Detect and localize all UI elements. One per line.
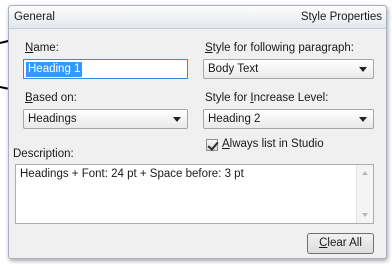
style-increase-dropdown[interactable]: Heading 2 xyxy=(203,109,374,129)
header-general-title: General xyxy=(14,11,55,23)
panel-header: General Style Properties xyxy=(9,6,386,29)
style-properties-panel: General Style Properties Name: Heading 1… xyxy=(8,5,387,259)
description-text: Headings + Font: 24 pt + Space before: 3… xyxy=(20,168,244,180)
based-on-value: Headings xyxy=(28,113,77,125)
style-increase-value: Heading 2 xyxy=(208,113,261,125)
always-list-checkbox[interactable] xyxy=(206,139,219,151)
style-following-label: Style for following paragraph: xyxy=(205,42,354,54)
description-textarea[interactable]: Headings + Font: 24 pt + Space before: 3… xyxy=(15,164,374,224)
based-on-dropdown[interactable]: Headings xyxy=(23,109,188,129)
chevron-down-icon xyxy=(359,117,367,122)
header-style-properties-title: Style Properties xyxy=(300,11,382,23)
scroll-down-arrow-icon[interactable] xyxy=(362,213,368,217)
pen-stroke-decoration xyxy=(0,86,8,90)
chevron-down-icon xyxy=(359,67,367,72)
chevron-down-icon xyxy=(173,117,181,122)
based-on-label: Based on: xyxy=(25,92,77,104)
checkmark-icon xyxy=(207,139,219,151)
style-increase-label: Style for Increase Level: xyxy=(205,92,329,104)
always-list-label[interactable]: Always list in Studio xyxy=(222,138,324,150)
style-following-dropdown[interactable]: Body Text xyxy=(203,59,374,79)
scroll-up-arrow-icon[interactable] xyxy=(362,171,368,175)
name-input[interactable]: Heading 1 xyxy=(23,59,188,79)
style-following-value: Body Text xyxy=(208,63,259,75)
description-label: Description: xyxy=(13,148,74,160)
name-input-value: Heading 1 xyxy=(26,62,83,77)
name-label: Name: xyxy=(25,42,59,54)
clear-all-button[interactable]: Clear All xyxy=(307,233,374,254)
description-scrollbar[interactable] xyxy=(356,165,373,223)
